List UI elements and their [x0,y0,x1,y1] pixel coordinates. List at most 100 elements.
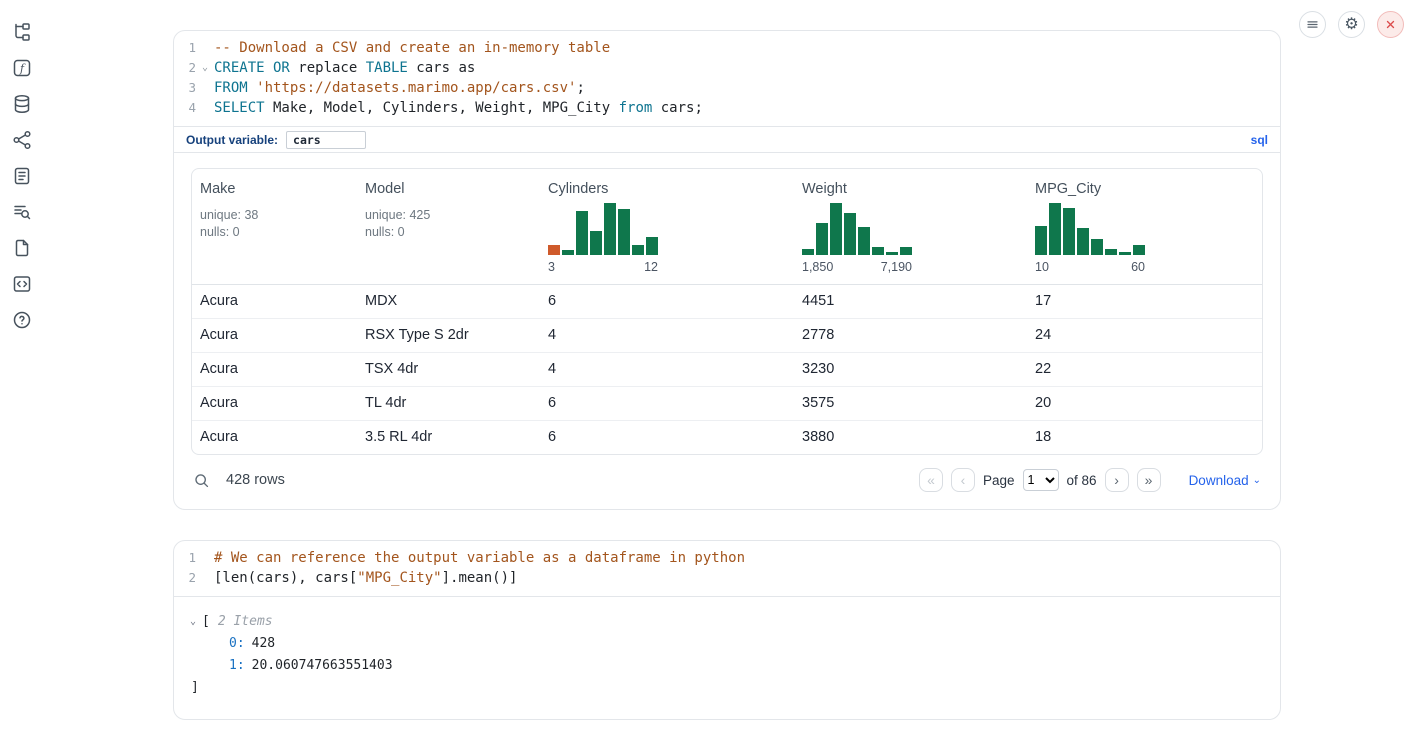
table-search-button[interactable] [193,472,210,489]
histogram-bar[interactable] [618,209,630,255]
functions-icon: f [12,58,32,78]
code-token: -- Download a CSV and create an in-memor… [214,40,610,56]
fold-gutter [196,568,214,588]
column-histogram: 312 [548,203,786,274]
histogram-bar[interactable] [1049,203,1061,255]
close-button[interactable] [1377,11,1404,38]
table-row[interactable]: AcuraMDX6445117 [192,285,1262,319]
histogram-bar[interactable] [562,250,574,255]
sql-cell: 1 -- Download a CSV and create an in-memo… [173,30,1281,510]
stat-line: unique: 425 [365,207,532,224]
histogram-bar[interactable] [1119,252,1131,255]
table-cell: 18 [1027,421,1262,454]
scratchpad-button[interactable] [12,166,32,186]
histogram-bar[interactable] [590,231,602,255]
histogram-bar[interactable] [802,249,814,255]
code-line: 2[len(cars), cars["MPG_City"].mean()] [174,568,1280,588]
fold-gutter [196,38,214,58]
column-header-cylinders[interactable]: Cylinders312 [540,169,794,284]
download-button[interactable]: Download ⌄ [1189,473,1261,488]
stat-line: nulls: 0 [365,224,532,241]
last-page-button[interactable]: » [1137,468,1161,492]
output-variable-input[interactable] [286,131,366,149]
snippets-button[interactable] [12,274,32,294]
prev-page-button[interactable]: ‹ [951,468,975,492]
code-token: "MPG_City" [357,570,441,586]
page-total: of 86 [1067,473,1097,488]
python-code-editor[interactable]: 1# We can reference the output variable … [174,541,1280,596]
functions-button[interactable]: f [12,58,32,78]
tree-value: 428 [252,636,275,651]
code-line: 2⌄CREATE OR replace TABLE cars as [174,58,1280,78]
next-page-button[interactable]: › [1105,468,1129,492]
close-icon [1383,17,1398,32]
table-cell: 3.5 RL 4dr [357,421,540,454]
code-line: 4SELECT Make, Model, Cylinders, Weight, … [174,98,1280,118]
table-cell: TSX 4dr [357,353,540,386]
column-header-make[interactable]: Makeunique: 38nulls: 0 [192,169,357,284]
histogram-bar[interactable] [548,245,560,255]
histogram-bar[interactable] [844,213,856,255]
histogram-bar[interactable] [604,203,616,255]
histogram-bar[interactable] [1063,208,1075,255]
code-brackets-icon [12,274,32,294]
tree-open-bracket: [ [202,611,210,633]
list-search-icon [12,202,32,222]
table-row[interactable]: AcuraTSX 4dr4323022 [192,353,1262,387]
menu-button[interactable] [1299,11,1326,38]
datasources-button[interactable] [12,94,32,114]
table-row[interactable]: AcuraTL 4dr6357520 [192,387,1262,421]
code-token: cars; [652,100,703,116]
column-header-mpg_city[interactable]: MPG_City 1060 [1027,169,1262,284]
column-label: MPG_City [1035,181,1254,197]
histogram-bar[interactable] [632,245,644,255]
histogram-bar[interactable] [872,247,884,255]
double-chevron-right-icon: » [1145,473,1153,487]
histogram-bar[interactable] [1091,239,1103,255]
help-button[interactable] [12,310,32,330]
row-count: 428 rows [226,472,285,488]
first-page-button[interactable]: « [919,468,943,492]
histogram-bar[interactable] [816,223,828,255]
tree-collapse-icon[interactable]: ⌄ [190,611,202,633]
code-text: # We can reference the output variable a… [214,548,745,568]
histogram-bar[interactable] [1133,245,1145,255]
code-text: CREATE OR replace TABLE cars as [214,58,475,78]
sql-code-editor[interactable]: 1-- Download a CSV and create an in-memo… [174,31,1280,126]
histogram-bar[interactable] [900,247,912,255]
histogram-bar[interactable] [576,211,588,255]
histogram-bars [802,203,912,255]
histogram-max: 7,190 [881,260,912,274]
dependency-graph-button[interactable] [12,130,32,150]
histogram-bar[interactable] [1077,228,1089,255]
histogram-max: 60 [1131,260,1145,274]
histogram-range: 1060 [1035,260,1145,274]
column-header-model[interactable]: Modelunique: 425nulls: 0 [357,169,540,284]
table-header-row: Makeunique: 38nulls: 0Modelunique: 425nu… [192,169,1262,285]
histogram-min: 1,850 [802,260,833,274]
histogram-bar[interactable] [830,203,842,255]
histogram-bar[interactable] [1105,249,1117,255]
table-row[interactable]: AcuraRSX Type S 2dr4277824 [192,319,1262,353]
histogram-bar[interactable] [1035,226,1047,255]
histogram-bar[interactable] [886,252,898,255]
file-tree-button[interactable] [12,22,32,42]
code-token: Make, Model, Cylinders, Weight, MPG_City [265,100,619,116]
column-label: Weight [802,181,1019,197]
data-table: Makeunique: 38nulls: 0Modelunique: 425nu… [191,168,1263,455]
page-label: Page [983,473,1015,488]
page-select[interactable]: 1 [1023,469,1059,491]
histogram-bar[interactable] [858,227,870,255]
documentation-button[interactable] [12,238,32,258]
fold-chevron-icon[interactable]: ⌄ [196,58,214,78]
table-row[interactable]: Acura3.5 RL 4dr6388018 [192,421,1262,454]
code-line: 1# We can reference the output variable … [174,548,1280,568]
settings-button[interactable]: ⚙ [1338,11,1365,38]
logs-button[interactable] [12,202,32,222]
code-line: 1-- Download a CSV and create an in-memo… [174,38,1280,58]
table-cell: 6 [540,285,794,318]
tree-key: 0: [229,636,245,651]
column-header-weight[interactable]: Weight 1,850 7,190 [794,169,1027,284]
table-cell: 6 [540,421,794,454]
histogram-bar[interactable] [646,237,658,255]
